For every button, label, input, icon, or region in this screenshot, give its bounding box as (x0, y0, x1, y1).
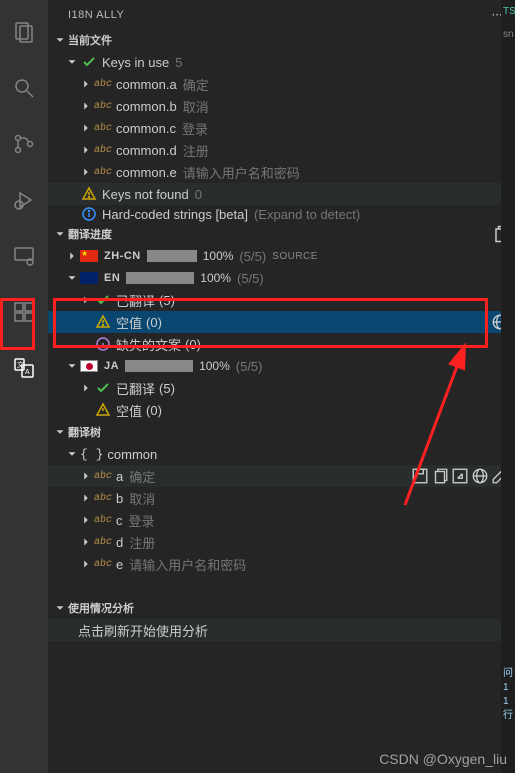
remote-icon[interactable] (0, 232, 48, 280)
panel-header: I18N ALLY ⋯ (48, 0, 515, 29)
warning-icon (94, 401, 112, 419)
source-control-icon[interactable] (0, 120, 48, 168)
check-icon (80, 53, 98, 71)
svg-text:文: 文 (17, 360, 24, 369)
info-icon (94, 335, 112, 353)
chevron-right-icon (78, 534, 94, 550)
braces-icon: { } (80, 447, 103, 462)
section-tree[interactable]: 翻译树 (48, 421, 515, 443)
activity-bar: 文A (0, 0, 48, 773)
abc-icon: abc (94, 467, 112, 485)
check-icon (94, 379, 112, 397)
tree-item-lang-en[interactable]: EN 100% (5/5) (48, 267, 515, 289)
chevron-down-icon (64, 446, 80, 462)
chevron-right-icon (78, 556, 94, 572)
warning-icon (94, 313, 112, 331)
chevron-right-icon (64, 248, 80, 264)
section-usage[interactable]: 使用情况分析 (48, 597, 515, 619)
debug-icon[interactable] (0, 176, 48, 224)
explorer-icon[interactable] (0, 8, 48, 56)
chevron-right-icon (78, 512, 94, 528)
tree-item-leaf[interactable]: abcc登录 (48, 509, 515, 531)
editor-strip: TS sn 问 1 1 行 (501, 0, 515, 773)
chevron-right-icon (78, 142, 94, 158)
info-icon (80, 205, 98, 223)
chevron-down-icon (64, 54, 80, 70)
tree-item-key[interactable]: abccommon.e请输入用户名和密码 (48, 161, 515, 183)
abc-icon: abc (94, 533, 112, 551)
globe-icon[interactable] (471, 467, 489, 485)
tree-view: 当前文件 Keys in use 5 abccommon.a确定 abccomm… (48, 29, 515, 773)
abc-icon: abc (94, 489, 112, 507)
tree-item-translated[interactable]: 已翻译 (5) (48, 377, 515, 399)
panel-title: I18N ALLY (68, 9, 124, 21)
tree-item-keys-not-found[interactable]: Keys not found 0 (48, 183, 515, 205)
tree-item-leaf[interactable]: abcd注册 (48, 531, 515, 553)
abc-icon: abc (94, 163, 112, 181)
tree-item-keys-in-use[interactable]: Keys in use 5 (48, 51, 515, 73)
tree-item-key[interactable]: abccommon.a确定 (48, 73, 515, 95)
flag-en-icon (80, 272, 98, 284)
svg-text:A: A (25, 369, 30, 376)
chevron-right-icon (78, 490, 94, 506)
chevron-down-icon (52, 600, 68, 616)
chevron-right-icon (78, 120, 94, 136)
tree-item-common[interactable]: { } common (48, 443, 515, 465)
tree-item-empty-selected[interactable]: 空值 (0) (48, 311, 515, 333)
search-icon[interactable] (0, 64, 48, 112)
chevron-down-icon (52, 32, 68, 48)
abc-icon: abc (94, 75, 112, 93)
abc-icon: abc (94, 511, 112, 529)
i18n-ally-icon[interactable]: 文A (0, 344, 48, 392)
tree-item-hardcoded[interactable]: Hard-coded strings [beta] (Expand to det… (48, 205, 515, 223)
copy-icon[interactable] (431, 467, 449, 485)
save-icon[interactable] (411, 467, 429, 485)
goto-icon[interactable] (451, 467, 469, 485)
extensions-icon[interactable] (0, 288, 48, 336)
chevron-down-icon (64, 358, 80, 374)
tree-item-lang-zh[interactable]: ZH-CN 100% (5/5) SOURCE (48, 245, 515, 267)
tree-item-translated[interactable]: 已翻译 (5) (48, 289, 515, 311)
chevron-down-icon (52, 424, 68, 440)
flag-cn-icon (80, 250, 98, 262)
abc-icon: abc (94, 555, 112, 573)
section-current-file[interactable]: 当前文件 (48, 29, 515, 51)
tree-item-empty[interactable]: 空值 (0) (48, 399, 515, 421)
chevron-right-icon (78, 164, 94, 180)
flag-jp-icon (80, 360, 98, 372)
chevron-right-icon (78, 98, 94, 114)
chevron-right-icon (78, 292, 94, 308)
abc-icon: abc (94, 119, 112, 137)
tree-item-leaf[interactable]: abcb取消 (48, 487, 515, 509)
chevron-right-icon (78, 380, 94, 396)
tree-item-key[interactable]: abccommon.b取消 (48, 95, 515, 117)
abc-icon: abc (94, 141, 112, 159)
chevron-right-icon (78, 468, 94, 484)
tree-item-leaf[interactable]: abce请输入用户名和密码 (48, 553, 515, 575)
tree-item-missing[interactable]: 缺失的文案 (0) (48, 333, 515, 355)
warning-icon (80, 185, 98, 203)
section-progress[interactable]: 翻译进度 (48, 223, 515, 245)
tree-item-leaf[interactable]: abc a 确定 (48, 465, 515, 487)
chevron-right-icon (78, 76, 94, 92)
tree-item-usage-msg[interactable]: 点击刷新开始使用分析 (48, 619, 515, 641)
chevron-down-icon (64, 270, 80, 286)
check-icon (94, 291, 112, 309)
watermark: CSDN @Oxygen_liu (379, 751, 507, 767)
tree-item-key[interactable]: abccommon.d注册 (48, 139, 515, 161)
tree-item-key[interactable]: abccommon.c登录 (48, 117, 515, 139)
sidebar-panel: I18N ALLY ⋯ 当前文件 Keys in use 5 abccommon… (48, 0, 515, 773)
tree-item-lang-ja[interactable]: JA 100% (5/5) (48, 355, 515, 377)
abc-icon: abc (94, 97, 112, 115)
chevron-down-icon (52, 226, 68, 242)
